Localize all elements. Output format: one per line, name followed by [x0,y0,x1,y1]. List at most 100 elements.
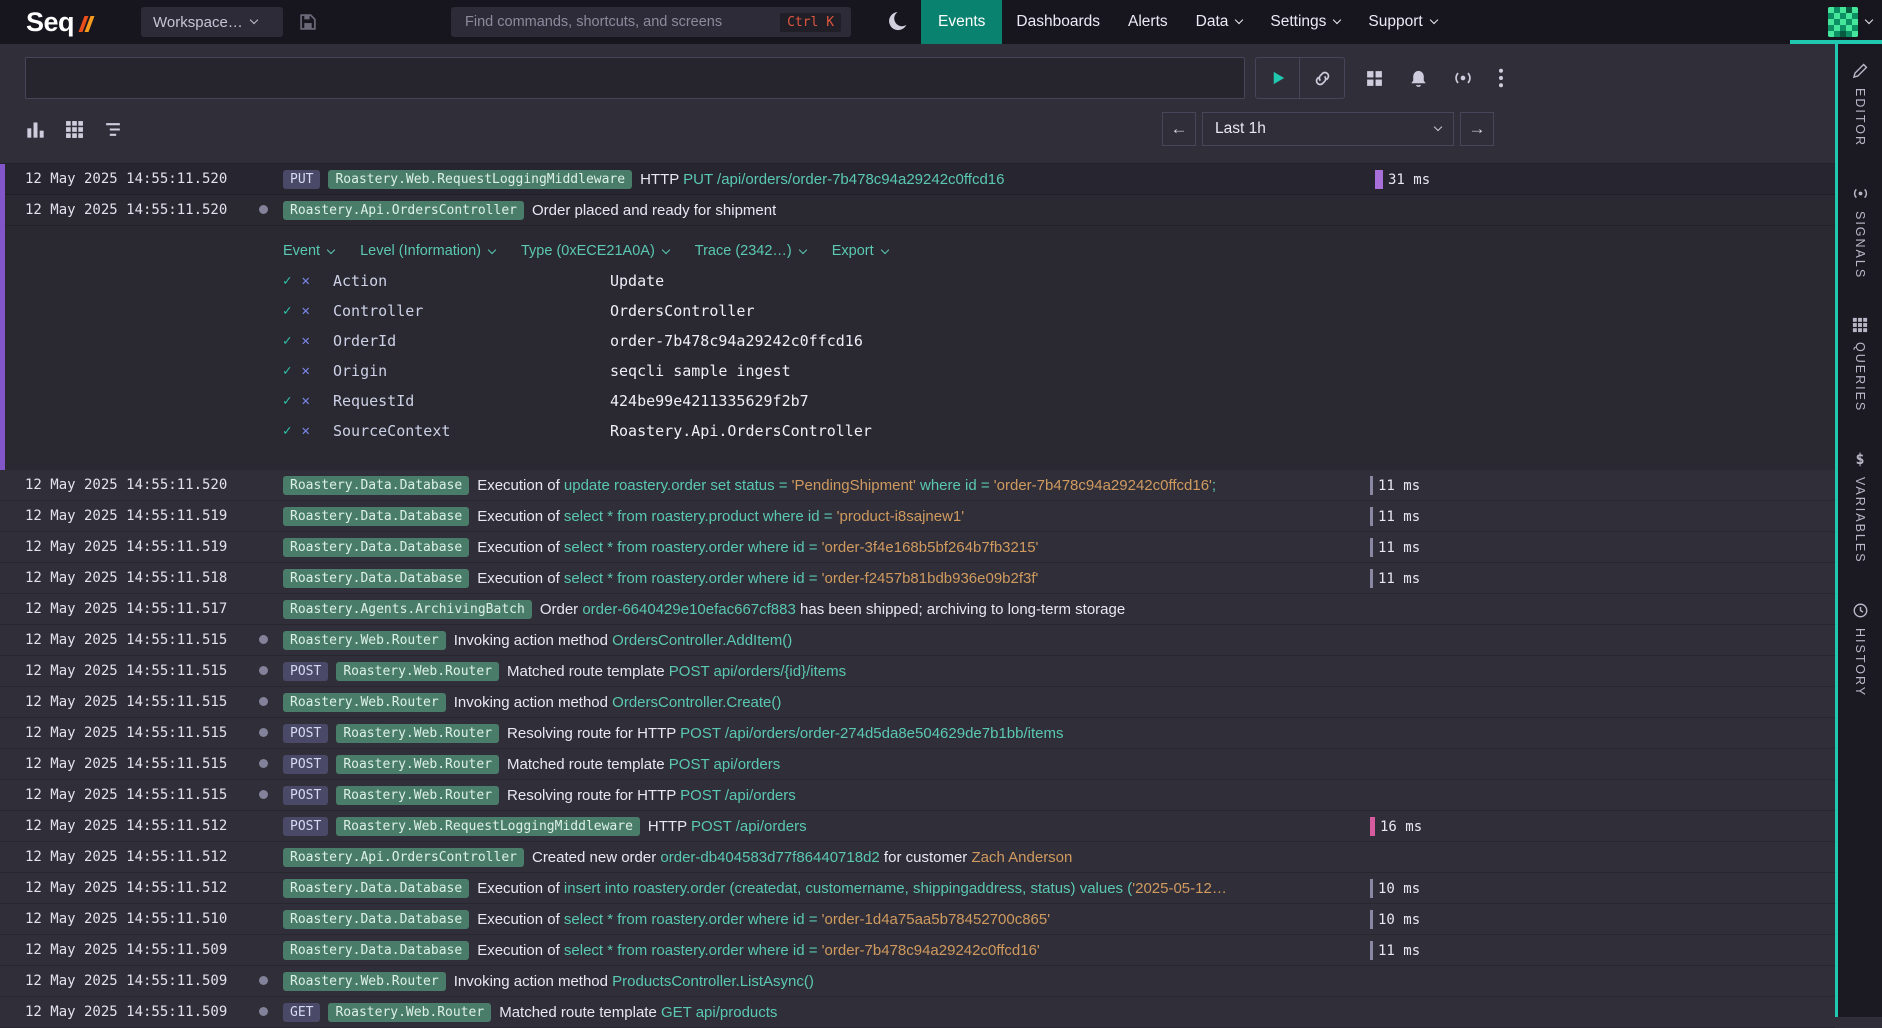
chevron-down-icon [1235,16,1243,24]
level-indicator [257,693,283,711]
event-duration: 10 ms [1370,904,1420,935]
source-context-badge: Roastery.Web.Router [336,662,499,681]
include-property-icon[interactable]: ✓ [283,333,291,349]
broadcast-icon [1852,185,1869,202]
query-section [0,44,1835,99]
grid-view-button[interactable] [65,120,84,139]
property-name: OrderId [333,332,610,350]
include-property-icon[interactable]: ✓ [283,363,291,379]
user-menu[interactable] [1828,7,1872,37]
event-row[interactable]: 12 May 2025 14:55:11.515 POST Roastery.W… [0,656,1835,687]
event-timestamp: 12 May 2025 14:55:11.510 [25,911,257,927]
sidebar-item-signals[interactable]: SIGNALS [1852,185,1869,279]
include-property-icon[interactable]: ✓ [283,273,291,289]
sidebar-item-variables[interactable]: $ VARIABLES [1853,450,1867,564]
duration-bar [1375,170,1383,189]
event-message: HTTP POST /api/orders [648,818,807,835]
level-dot [259,976,268,985]
range-forward-button[interactable]: → [1460,112,1494,146]
event-row[interactable]: 12 May 2025 14:55:11.512 POST Roastery.W… [0,811,1835,842]
arrow-left-icon: ← [1171,119,1188,139]
event-row[interactable]: 12 May 2025 14:55:11.515 POST Roastery.W… [0,780,1835,811]
nav-alerts[interactable]: Alerts [1114,0,1182,44]
trace-menu[interactable]: Trace (2342…) [695,243,806,259]
workspace-selector[interactable]: Workspace… [141,7,283,37]
event-row[interactable]: 12 May 2025 14:55:11.512 Roastery.Data.D… [0,873,1835,904]
event-row[interactable]: 12 May 2025 14:55:11.515 Roastery.Web.Ro… [0,687,1835,718]
event-row[interactable]: 12 May 2025 14:55:11.510 Roastery.Data.D… [0,904,1835,935]
chevron-down-icon [1434,123,1442,131]
event-row[interactable]: 12 May 2025 14:55:11.519 Roastery.Data.D… [0,501,1835,532]
command-search[interactable]: Ctrl K [451,7,851,37]
nav-dashboards[interactable]: Dashboards [1002,0,1114,44]
include-property-icon[interactable]: ✓ [283,303,291,319]
event-row[interactable]: 12 May 2025 14:55:11.509 Roastery.Web.Ro… [0,966,1835,997]
nav-support[interactable]: Support [1354,0,1450,44]
nav-data[interactable]: Data [1182,0,1257,44]
more-options-button[interactable] [1498,68,1504,88]
dollar-icon: $ [1855,450,1864,468]
event-row[interactable]: 12 May 2025 14:55:11.509 Roastery.Data.D… [0,935,1835,966]
dashboard-tiles-button[interactable] [1365,69,1384,88]
export-menu[interactable]: Export [832,243,888,259]
event-row[interactable]: 12 May 2025 14:55:11.509 GET Roastery.We… [0,997,1835,1028]
exclude-property-icon[interactable]: ✕ [301,333,309,349]
sidebar-item-editor[interactable]: EDITOR [1852,62,1869,147]
property-name: SourceContext [333,422,610,440]
type-menu[interactable]: Type (0xECE21A0A) [521,243,669,259]
flame-icon [78,12,95,32]
range-back-button[interactable]: ← [1162,112,1196,146]
event-message: Execution of select * from roastery.orde… [477,911,1050,928]
nav-settings[interactable]: Settings [1256,0,1354,44]
save-workspace-button[interactable] [299,13,317,31]
bell-icon [1409,69,1428,88]
include-property-icon[interactable]: ✓ [283,393,291,409]
query-input[interactable] [25,57,1245,99]
event-row[interactable]: 12 May 2025 14:55:11.518 Roastery.Data.D… [0,563,1835,594]
event-row[interactable]: 12 May 2025 14:55:11.519 Roastery.Data.D… [0,532,1835,563]
range-select[interactable]: Last 1h [1202,112,1454,146]
event-row[interactable]: 12 May 2025 14:55:11.512 Roastery.Api.Or… [0,842,1835,873]
event-row[interactable]: 12 May 2025 14:55:11.517 Roastery.Agents… [0,594,1835,625]
chart-view-button[interactable] [25,119,46,140]
event-menu[interactable]: Event [283,243,334,259]
source-context-badge: Roastery.Web.Router [283,631,446,650]
level-menu[interactable]: Level (Information) [360,243,495,259]
copy-link-button[interactable] [1300,57,1345,99]
exclude-property-icon[interactable]: ✕ [301,393,309,409]
workspace-label: Workspace… [153,14,243,31]
level-indicator [257,201,283,219]
sidebar-item-queries[interactable]: QUERIES [1852,317,1868,412]
arrow-right-icon: → [1469,119,1486,139]
exclude-property-icon[interactable]: ✕ [301,363,309,379]
level-dot [259,1007,268,1016]
event-timestamp: 12 May 2025 14:55:11.520 [25,477,257,493]
event-duration: 11 ms [1370,470,1420,501]
event-message: Execution of insert into roastery.order … [477,880,1227,897]
exclude-property-icon[interactable]: ✕ [301,423,309,439]
event-row[interactable]: 12 May 2025 14:55:11.515 POST Roastery.W… [0,718,1835,749]
duration-bar [1370,476,1373,495]
alerts-button[interactable] [1409,69,1428,88]
seq-logo[interactable]: Seq [26,7,95,38]
theme-toggle[interactable] [885,10,909,34]
duration-bar [1370,910,1373,929]
property-value: Roastery.Api.OrdersController [610,422,872,440]
event-row[interactable]: 12 May 2025 14:55:11.515 Roastery.Web.Ro… [0,625,1835,656]
outline-view-button[interactable] [103,120,124,139]
tiles-icon [1365,69,1384,88]
event-row[interactable]: 12 May 2025 14:55:11.520 Roastery.Api.Or… [5,195,1835,226]
exclude-property-icon[interactable]: ✕ [301,303,309,319]
event-row[interactable]: 12 May 2025 14:55:11.515 POST Roastery.W… [0,749,1835,780]
event-row[interactable]: 12 May 2025 14:55:11.520 PUT Roastery.We… [5,164,1835,195]
nav-events[interactable]: Events [921,0,1002,44]
exclude-property-icon[interactable]: ✕ [301,273,309,289]
signals-button[interactable] [1453,68,1473,88]
search-input[interactable] [463,13,780,31]
event-row[interactable]: 12 May 2025 14:55:11.520 Roastery.Data.D… [0,470,1835,501]
view-tools [1365,57,1504,99]
sidebar-item-history[interactable]: HISTORY [1852,602,1869,697]
include-property-icon[interactable]: ✓ [283,423,291,439]
run-query-button[interactable] [1255,57,1300,99]
event-duration: 10 ms [1370,873,1420,904]
